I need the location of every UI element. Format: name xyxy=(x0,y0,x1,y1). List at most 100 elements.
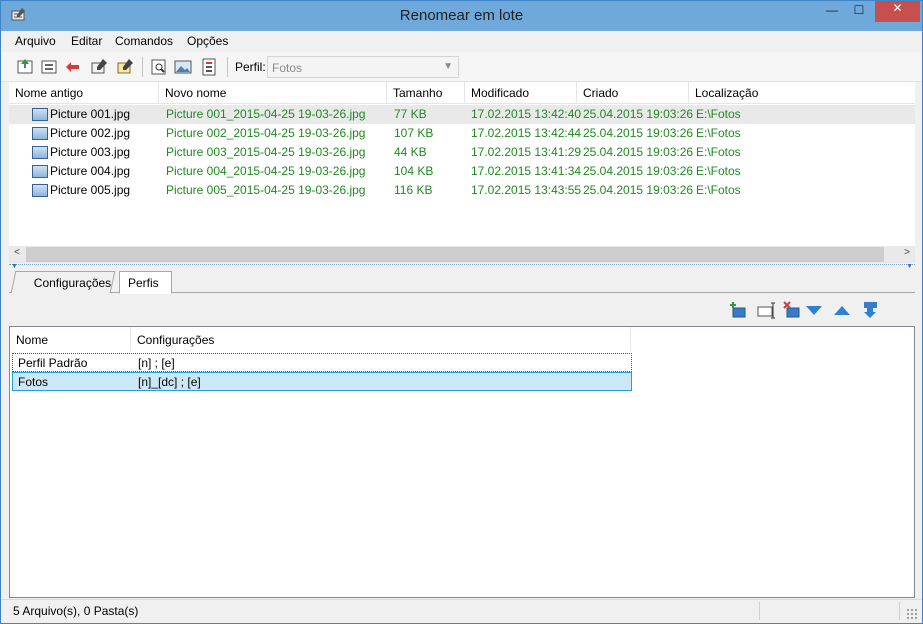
tab-configuracoes[interactable]: Configurações xyxy=(10,271,116,293)
horizontal-scrollbar[interactable]: < > xyxy=(9,246,915,263)
table-row[interactable]: Picture 005.jpg Picture 005_2015-04-25 1… xyxy=(9,181,915,200)
cell-new-name: Picture 003_2015-04-25 19-03-26.jpg xyxy=(166,145,366,159)
cell-old-name: Picture 004.jpg xyxy=(50,164,131,178)
image-file-icon xyxy=(32,127,48,140)
window-title: Renomear em lote xyxy=(399,7,524,24)
tab-label: Perfis xyxy=(128,276,159,290)
status-separator xyxy=(759,602,760,620)
menu-arquivo[interactable]: Arquivo xyxy=(15,34,56,48)
menu-comandos[interactable]: Comandos xyxy=(115,34,173,48)
scroll-right-icon[interactable]: > xyxy=(899,247,915,262)
image-info-icon[interactable] xyxy=(173,57,193,77)
column-header-modificado[interactable]: Modificado xyxy=(465,82,577,104)
pane-splitter[interactable]: ▼ ▼ xyxy=(9,263,915,270)
menu-bar: Arquivo Editar Comandos Opções xyxy=(1,31,922,51)
rename-icon[interactable] xyxy=(89,57,109,77)
image-file-icon xyxy=(32,108,48,121)
cell-size: 77 KB xyxy=(394,107,427,121)
delete-profile-icon[interactable] xyxy=(781,299,803,321)
cell-created: 25.04.2015 19:03:26 xyxy=(583,183,694,197)
profile-row[interactable]: Fotos [n]_[dc] ; [e] xyxy=(12,372,632,391)
minimize-button[interactable]: — xyxy=(819,3,845,25)
table-row[interactable]: Picture 002.jpg Picture 002_2015-04-25 1… xyxy=(9,124,915,143)
cell-location: E:\Fotos xyxy=(696,164,741,178)
chevron-down-icon: ▼ xyxy=(443,61,453,72)
cell-modified: 17.02.2015 13:41:29 xyxy=(471,145,582,159)
add-files-icon[interactable] xyxy=(15,57,35,77)
rename-profile-icon[interactable] xyxy=(755,299,777,321)
cell-modified: 17.02.2015 13:42:40 xyxy=(471,107,582,121)
close-button[interactable]: ✕ xyxy=(875,1,920,22)
cell-location: E:\Fotos xyxy=(696,183,741,197)
profile-row[interactable]: Perfil Padrão [n] ; [e] xyxy=(12,353,632,372)
column-header-configuracoes[interactable]: Configurações xyxy=(131,327,631,351)
table-row[interactable]: Picture 001.jpg Picture 001_2015-04-25 1… xyxy=(9,105,915,124)
cell-size: 44 KB xyxy=(394,145,427,159)
cell-size: 107 KB xyxy=(394,126,434,140)
toolbar: Perfil: Fotos ▼ xyxy=(1,52,922,82)
profiles-list[interactable]: Nome Configurações Perfil Padrão [n] ; [… xyxy=(9,326,915,598)
cell-created: 25.04.2015 19:03:26 xyxy=(583,164,694,178)
add-folder-icon[interactable] xyxy=(39,57,59,77)
column-header-nome-antigo[interactable]: Nome antigo xyxy=(9,82,159,104)
image-file-icon xyxy=(32,184,48,197)
maximize-button[interactable]: ☐ xyxy=(846,3,872,25)
cell-created: 25.04.2015 19:03:26 xyxy=(583,126,694,140)
table-row[interactable]: Picture 003.jpg Picture 003_2015-04-25 1… xyxy=(9,143,915,162)
profile-config: [n]_[dc] ; [e] xyxy=(138,375,201,389)
status-text: 5 Arquivo(s), 0 Pasta(s) xyxy=(13,604,139,618)
profiles-list-header: Nome Configurações xyxy=(10,327,914,351)
main-window: Renomear em lote — ☐ ✕ Arquivo Editar Co… xyxy=(0,0,923,624)
image-file-icon xyxy=(32,146,48,159)
scrollbar-thumb[interactable] xyxy=(26,247,884,262)
image-file-icon xyxy=(32,165,48,178)
cell-size: 104 KB xyxy=(394,164,434,178)
cell-new-name: Picture 002_2015-04-25 19-03-26.jpg xyxy=(166,126,366,140)
cell-modified: 17.02.2015 13:41:34 xyxy=(471,164,582,178)
cell-created: 25.04.2015 19:03:26 xyxy=(583,107,694,121)
resize-grip-icon[interactable] xyxy=(906,608,918,620)
file-list-header: Nome antigo Novo nome Tamanho Modificado… xyxy=(9,82,915,104)
title-bar[interactable]: Renomear em lote — ☐ ✕ xyxy=(1,1,922,31)
tab-perfis[interactable]: Perfis xyxy=(119,271,172,294)
cell-modified: 17.02.2015 13:43:55 xyxy=(471,183,582,197)
toolbar-separator xyxy=(227,57,228,77)
perfil-select[interactable]: Fotos ▼ xyxy=(267,56,459,78)
column-header-nome[interactable]: Nome xyxy=(10,327,131,351)
cell-old-name: Picture 003.jpg xyxy=(50,145,131,159)
column-header-novo-nome[interactable]: Novo nome xyxy=(159,82,387,104)
profile-toolbar xyxy=(721,299,891,321)
column-header-tamanho[interactable]: Tamanho xyxy=(387,82,465,104)
splitter-arrow-icon: ▼ xyxy=(906,263,913,270)
cell-created: 25.04.2015 19:03:26 xyxy=(583,145,694,159)
file-list[interactable]: Nome antigo Novo nome Tamanho Modificado… xyxy=(9,82,915,262)
tab-strip: Configurações Perfis xyxy=(9,271,915,294)
remove-icon[interactable] xyxy=(63,57,83,77)
undo-rename-icon[interactable] xyxy=(115,57,135,77)
preview-icon[interactable] xyxy=(149,57,169,77)
cell-new-name: Picture 005_2015-04-25 19-03-26.jpg xyxy=(166,183,366,197)
profile-config: [n] ; [e] xyxy=(138,356,175,370)
add-profile-icon[interactable] xyxy=(727,299,749,321)
perfil-value: Fotos xyxy=(272,61,303,75)
menu-editar[interactable]: Editar xyxy=(71,34,102,48)
toolbar-separator xyxy=(142,57,143,77)
table-row[interactable]: Picture 004.jpg Picture 004_2015-04-25 1… xyxy=(9,162,915,181)
move-down-icon[interactable] xyxy=(803,299,825,321)
status-separator xyxy=(899,602,900,620)
status-bar: 5 Arquivo(s), 0 Pasta(s) xyxy=(1,599,922,623)
move-up-icon[interactable] xyxy=(831,299,853,321)
cell-modified: 17.02.2015 13:42:44 xyxy=(471,126,582,140)
import-icon[interactable] xyxy=(859,299,881,321)
properties-icon[interactable] xyxy=(199,57,219,77)
scroll-left-icon[interactable]: < xyxy=(9,247,25,262)
profile-name: Perfil Padrão xyxy=(18,356,88,370)
cell-new-name: Picture 004_2015-04-25 19-03-26.jpg xyxy=(166,164,366,178)
menu-opcoes[interactable]: Opções xyxy=(187,34,228,48)
cell-old-name: Picture 001.jpg xyxy=(50,107,131,121)
cell-new-name: Picture 001_2015-04-25 19-03-26.jpg xyxy=(166,107,366,121)
column-header-localizacao[interactable]: Localização xyxy=(689,82,915,104)
column-header-criado[interactable]: Criado xyxy=(577,82,689,104)
cell-old-name: Picture 002.jpg xyxy=(50,126,131,140)
cell-location: E:\Fotos xyxy=(696,126,741,140)
